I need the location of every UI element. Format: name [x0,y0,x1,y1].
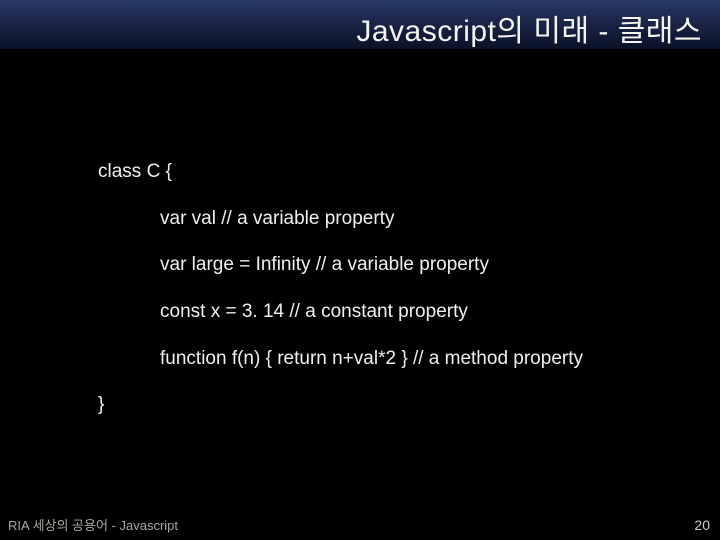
code-class-open: class C { [98,160,720,185]
footer: RIA 세상의 공용어 - Javascript 20 [8,515,710,534]
page-number: 20 [694,517,710,533]
code-class-close: } [98,393,720,418]
code-line-var-large: var large = Infinity // a variable prope… [98,253,720,278]
slide-content: class C { var val // a variable property… [0,50,720,418]
title-bar: Javascript의 미래 - 클래스 [0,0,720,50]
footer-text: RIA 세상의 공용어 - Javascript [8,515,178,534]
code-line-var-val: var val // a variable property [98,207,720,232]
code-line-function-f: function f(n) { return n+val*2 } // a me… [98,347,720,372]
code-line-const-x: const x = 3. 14 // a constant property [98,300,720,325]
slide-title: Javascript의 미래 - 클래스 [356,6,702,50]
